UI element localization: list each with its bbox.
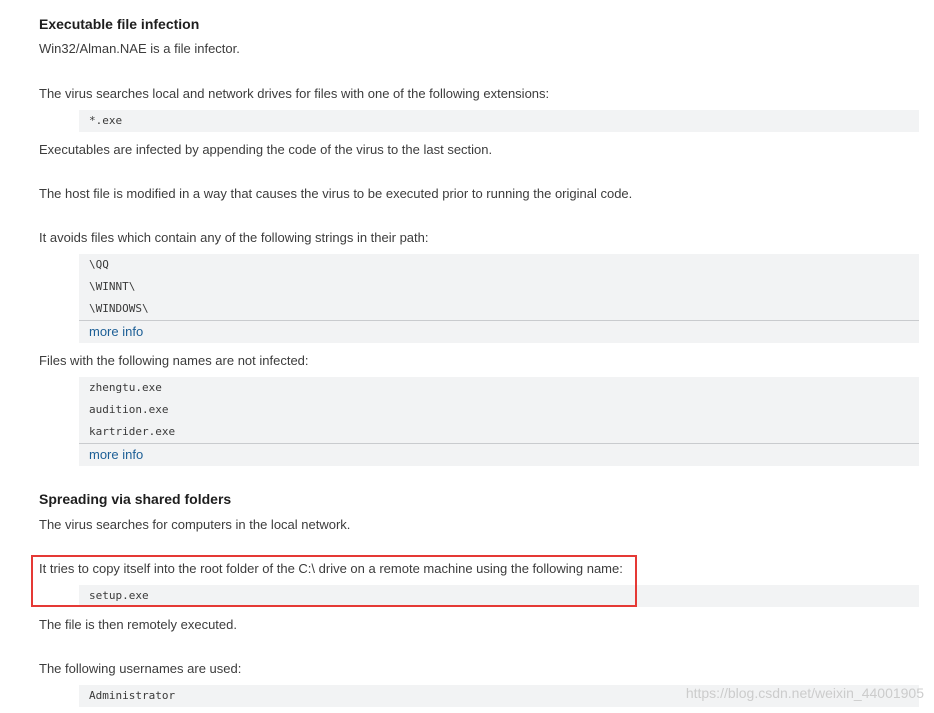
- section-heading-shared-folders: Spreading via shared folders: [39, 491, 232, 507]
- more-info-row: more info: [79, 443, 919, 466]
- code-line: Administrator: [89, 689, 176, 702]
- paragraph: It avoids files which contain any of the…: [39, 230, 429, 245]
- code-line: zhengtu.exe: [89, 381, 162, 394]
- section-heading-executable-infection: Executable file infection: [39, 16, 200, 32]
- paragraph: Files with the following names are not i…: [39, 353, 309, 368]
- paragraph: The virus searches local and network dri…: [39, 86, 550, 101]
- code-line: kartrider.exe: [89, 425, 176, 438]
- more-info-link[interactable]: more info: [89, 324, 143, 339]
- more-info-row: more info: [79, 320, 919, 343]
- paragraph: The virus searches for computers in the …: [39, 517, 351, 532]
- highlight-annotation-box: [31, 555, 637, 607]
- code-line: \QQ: [89, 258, 109, 271]
- code-line: audition.exe: [89, 403, 169, 416]
- code-line: *.exe: [89, 114, 123, 127]
- code-block-path-strings: \QQ \WINNT\ \WINDOWS\ more info: [79, 254, 919, 343]
- paragraph: The following usernames are used:: [39, 661, 242, 676]
- code-line: \WINDOWS\: [89, 302, 149, 315]
- paragraph: Executables are infected by appending th…: [39, 142, 493, 157]
- more-info-link[interactable]: more info: [89, 447, 143, 462]
- code-line: \WINNT\: [89, 280, 136, 293]
- watermark: https://blog.csdn.net/weixin_44001905: [685, 685, 924, 701]
- paragraph: The host file is modified in a way that …: [39, 186, 633, 201]
- code-block-extensions: *.exe: [79, 110, 919, 132]
- paragraph: The file is then remotely executed.: [39, 617, 237, 632]
- code-block-excluded-names: zhengtu.exe audition.exe kartrider.exe m…: [79, 377, 919, 466]
- paragraph: Win32/Alman.NAE is a file infector.: [39, 41, 240, 56]
